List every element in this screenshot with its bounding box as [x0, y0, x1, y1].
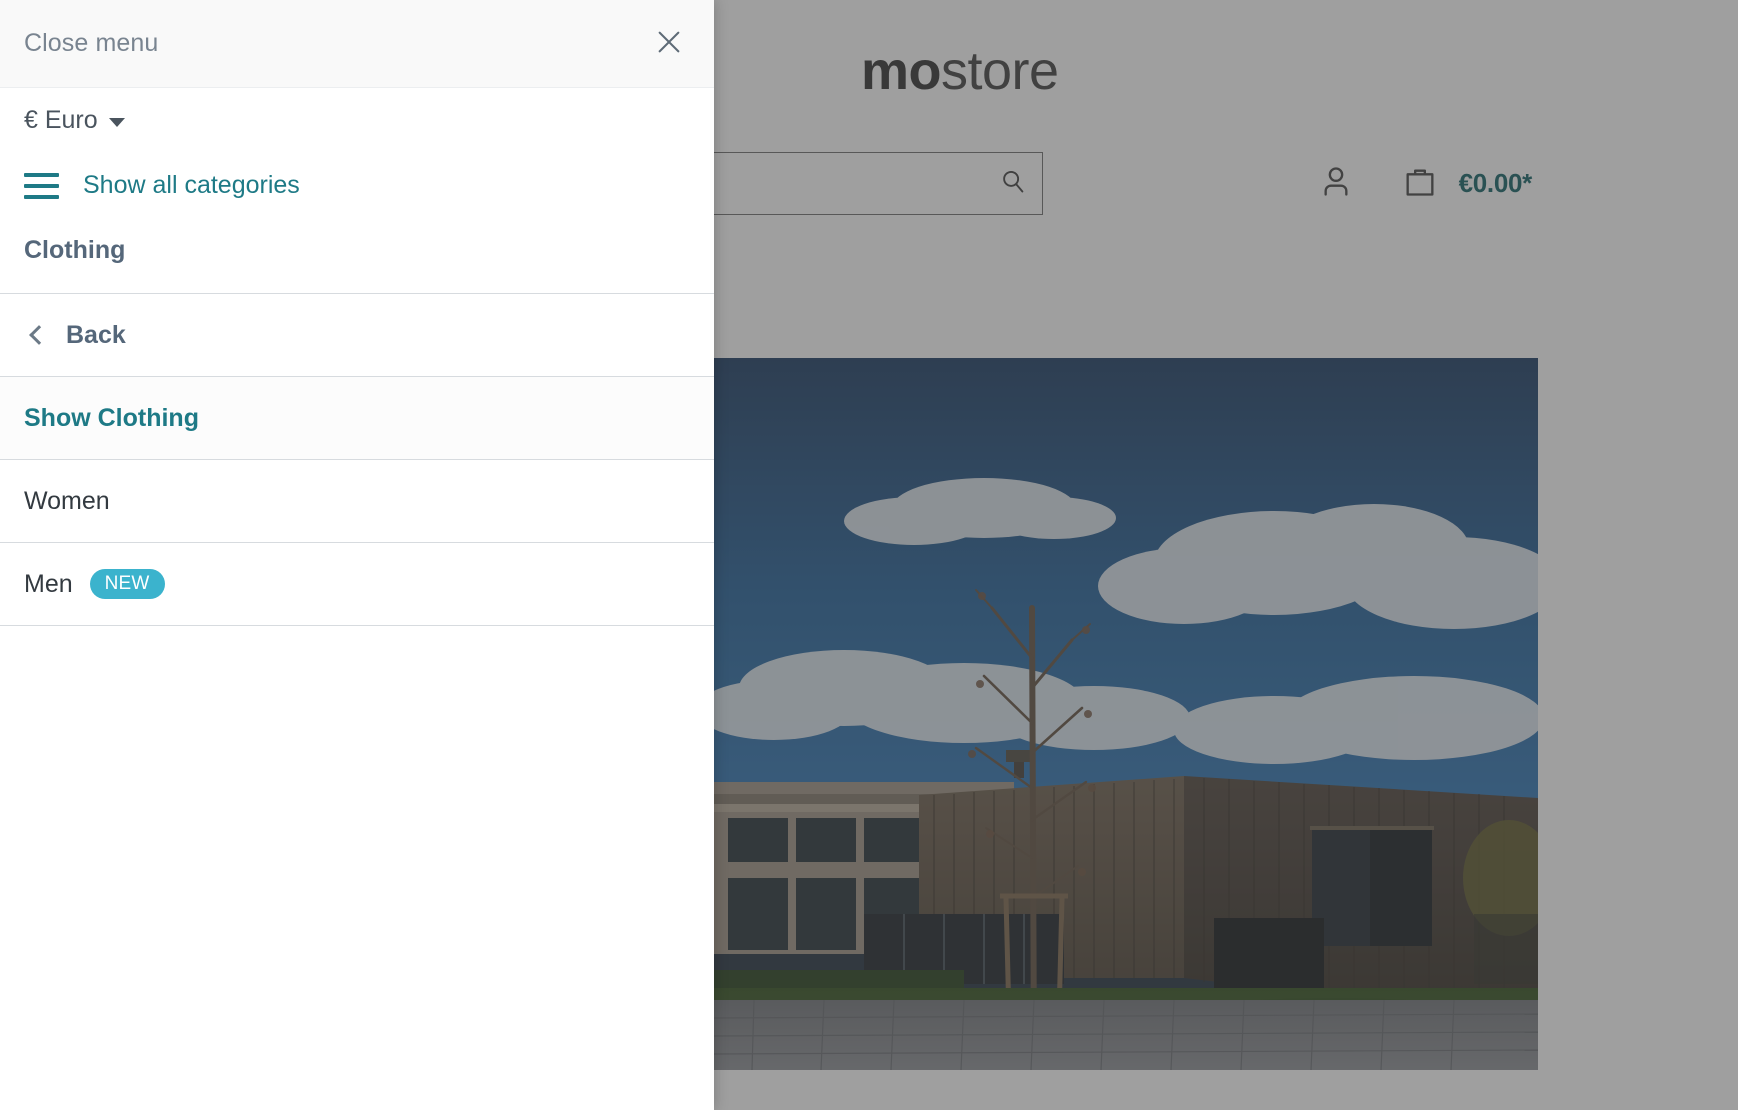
nav-item-men-label: Men: [24, 569, 73, 598]
hero-image: [714, 358, 1538, 1070]
status-badge-new: NEW: [89, 569, 165, 599]
currency-label: € Euro: [24, 106, 98, 134]
search-button[interactable]: [984, 153, 1042, 214]
nav-back-label: Back: [66, 320, 126, 349]
hamburger-icon: [24, 172, 59, 199]
screen-root: mostore €0.00* Close menu € Euro Show al…: [0, 0, 1738, 1110]
show-all-categories-link[interactable]: Show all categories: [0, 149, 714, 226]
nav-show-category-item[interactable]: Show Clothing: [0, 377, 714, 460]
logo-bold-part: mo: [861, 41, 942, 101]
user-icon: [1316, 162, 1356, 205]
currency-selector[interactable]: € Euro: [24, 106, 125, 135]
cart-button[interactable]: [1395, 158, 1445, 208]
current-category-title: Clothing: [24, 236, 126, 264]
nav-item-women[interactable]: Women: [0, 460, 714, 543]
nav-item-men[interactable]: Men NEW: [0, 543, 714, 626]
shopping-bag-icon: [1400, 162, 1440, 205]
category-nav-list: Back Show Clothing Women Men NEW: [0, 294, 714, 626]
cart-widget[interactable]: €0.00*: [1395, 158, 1532, 208]
offcanvas-empty-space: [0, 626, 714, 1110]
show-all-categories-label: Show all categories: [83, 171, 300, 199]
search-icon: [998, 167, 1028, 200]
offcanvas-header: Close menu: [0, 0, 714, 88]
hero-illustration: [714, 358, 1538, 1070]
close-menu-label: Close menu: [24, 29, 159, 57]
chevron-left-icon: [29, 325, 49, 345]
nav-item-women-label: Women: [24, 486, 110, 515]
offcanvas-menu: Close menu € Euro Show all categories Cl…: [0, 0, 714, 1110]
close-menu-button[interactable]: [646, 21, 692, 67]
cart-total-amount: €0.00*: [1458, 167, 1533, 198]
logo-light-part: store: [941, 41, 1059, 101]
currency-row: € Euro: [0, 88, 714, 149]
current-category-header: Clothing: [0, 226, 714, 294]
chevron-down-icon: [108, 118, 125, 127]
close-icon: [654, 27, 684, 60]
nav-back-item[interactable]: Back: [0, 294, 714, 377]
account-button[interactable]: [1311, 158, 1361, 208]
header-actions: €0.00*: [1311, 158, 1532, 208]
site-logo[interactable]: mostore: [861, 38, 1059, 104]
nav-show-category-label: Show Clothing: [24, 403, 199, 432]
